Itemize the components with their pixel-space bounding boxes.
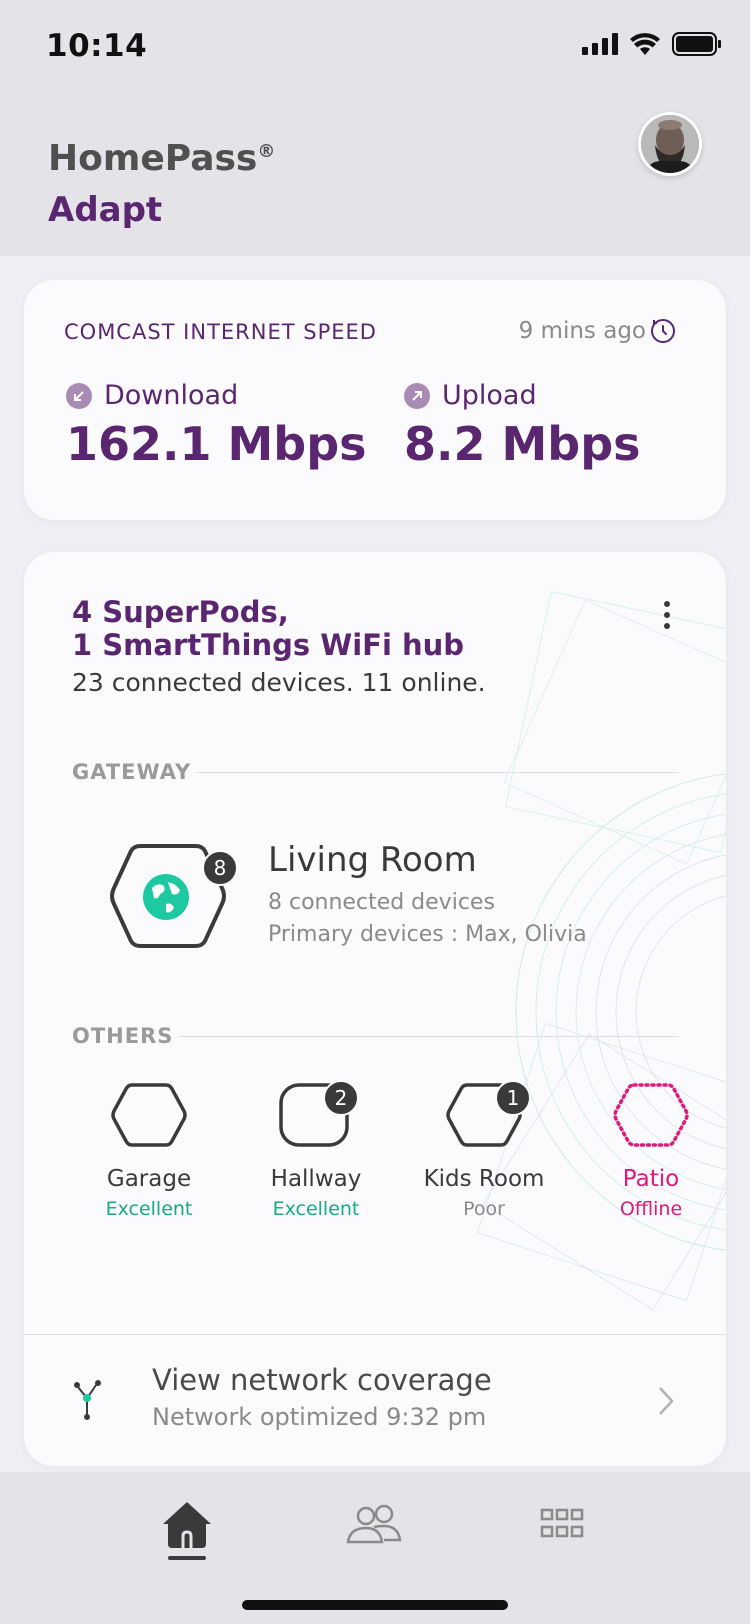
download-arrow-icon (66, 382, 92, 409)
refresh-icon[interactable] (650, 318, 676, 344)
speed-card-title: COMCAST INTERNET SPEED (64, 320, 377, 344)
home-icon[interactable] (157, 1496, 217, 1556)
status-bar: 10:14 (0, 0, 750, 92)
apps-grid-icon[interactable] (532, 1496, 592, 1556)
more-options-icon[interactable] (662, 600, 672, 630)
download-label: Download (104, 380, 239, 411)
status-time: 10:14 (46, 28, 148, 64)
gateway-primary-devices: Primary devices : Max, Olivia (268, 922, 587, 947)
network-card: 4 SuperPods, 1 SmartThings WiFi hub 23 c… (24, 552, 726, 1466)
status-icons (582, 32, 722, 56)
gateway-section-label: GATEWAY (72, 760, 192, 784)
avatar[interactable] (638, 112, 702, 176)
upload-label: Upload (442, 380, 537, 411)
pod-device-count-badge: 1 (495, 1080, 531, 1116)
pod-name: Patio (622, 1166, 680, 1192)
coverage-subtitle: Network optimized 9:32 pm (152, 1403, 487, 1431)
people-icon[interactable] (344, 1496, 404, 1556)
network-title-line2: 1 SmartThings WiFi hub (72, 628, 465, 662)
network-title-line1: 4 SuperPods, (72, 595, 289, 629)
pod-status: Excellent (272, 1198, 360, 1220)
upload-value: 8.2 Mbps (404, 417, 641, 471)
speed-updated-time: 9 mins ago (518, 318, 646, 344)
app-title-text: HomePass (48, 138, 258, 179)
pod-name: Hallway (270, 1166, 362, 1192)
network-topology-icon (74, 1380, 101, 1420)
internet-speed-card[interactable]: COMCAST INTERNET SPEED 9 mins ago Downlo… (24, 280, 726, 520)
gateway-device-count-badge: 8 (202, 850, 238, 886)
avatar-photo (641, 115, 699, 173)
header-area: 10:14 HomePass® Adapt (0, 0, 750, 256)
active-tab-indicator (168, 1556, 206, 1560)
pod-offline-hexagon-icon (613, 1083, 689, 1147)
coverage-title: View network coverage (152, 1363, 492, 1397)
battery-icon (672, 32, 721, 56)
registered-mark: ® (257, 141, 276, 162)
home-indicator (242, 1600, 508, 1610)
gateway-divider (196, 772, 678, 773)
app-title: HomePass® (48, 138, 275, 179)
app-subtitle: Adapt (48, 190, 163, 230)
pod-status: Excellent (105, 1198, 193, 1220)
upload-arrow-icon (404, 382, 430, 409)
bottom-tab-bar (0, 1472, 750, 1624)
pod-name: Garage (106, 1166, 192, 1192)
pod-patio[interactable]: Patio Offline (576, 1082, 726, 1220)
pod-hexagon-icon (111, 1083, 187, 1147)
gateway-devices: 8 connected devices (268, 890, 495, 915)
pod-garage[interactable]: Garage Excellent (74, 1082, 224, 1220)
pod-kids-room[interactable]: 1 Kids Room Poor (409, 1080, 559, 1220)
view-network-coverage-row[interactable]: View network coverage Network optimized … (24, 1334, 726, 1466)
pod-device-count-badge: 2 (323, 1080, 359, 1116)
pod-status: Poor (463, 1198, 505, 1220)
pod-status: Offline (619, 1198, 683, 1220)
signal-icon (582, 33, 618, 55)
gateway-pod[interactable]: 8 (108, 842, 238, 950)
download-speed: Download 162.1 Mbps (66, 380, 367, 471)
network-summary: 23 connected devices. 11 online. (72, 668, 486, 697)
pods-row: Garage Excellent 2 Hallway Excellent 1 K… (24, 1080, 726, 1242)
network-title: 4 SuperPods, 1 SmartThings WiFi hub (72, 596, 464, 662)
others-divider (178, 1036, 678, 1037)
wifi-icon (630, 33, 660, 55)
others-section-label: OTHERS (72, 1024, 174, 1048)
gateway-name[interactable]: Living Room (268, 840, 477, 880)
pod-hallway[interactable]: 2 Hallway Excellent (241, 1080, 391, 1220)
avatar-image (641, 115, 699, 173)
upload-speed: Upload 8.2 Mbps (404, 380, 641, 471)
download-value: 162.1 Mbps (66, 417, 367, 471)
pod-name: Kids Room (423, 1166, 545, 1192)
chevron-right-icon (659, 1387, 674, 1415)
